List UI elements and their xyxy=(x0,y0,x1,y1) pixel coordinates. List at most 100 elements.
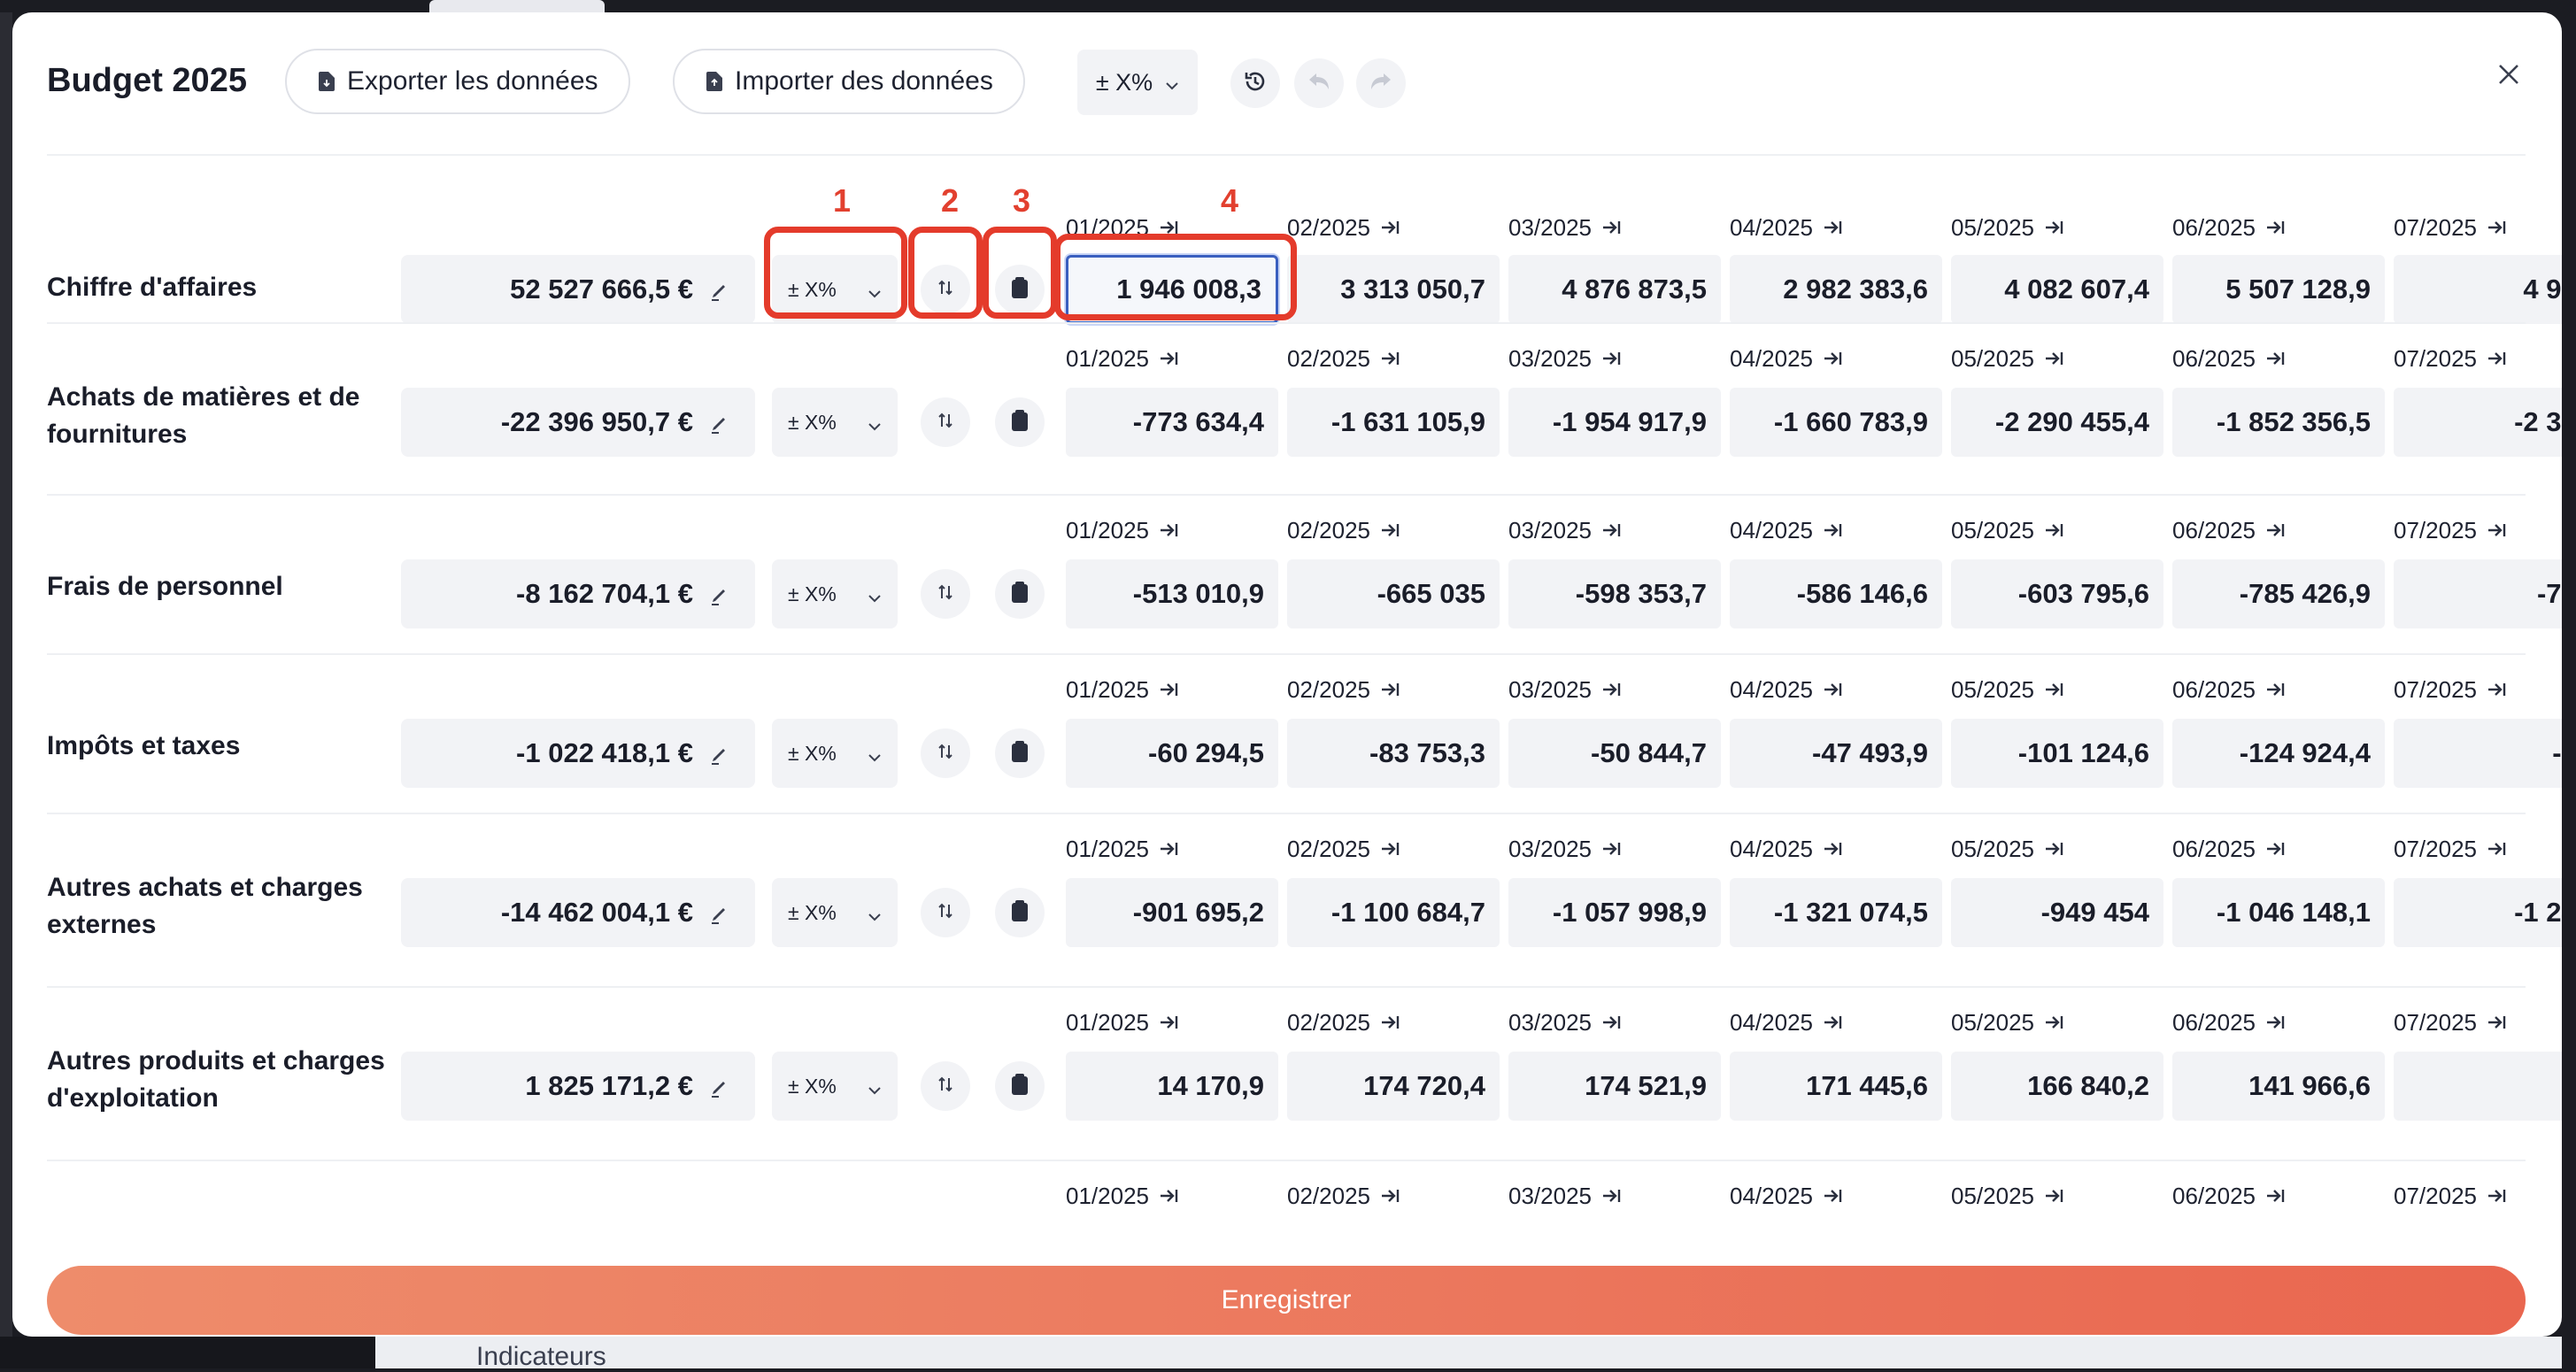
row-total-input[interactable]: 52 527 666,5 € xyxy=(401,255,755,324)
apply-forward-icon[interactable] xyxy=(2266,676,2286,704)
row-total-input[interactable]: -1 022 418,1 € xyxy=(401,719,755,788)
row-percent-select[interactable]: ± X% xyxy=(772,878,898,947)
month-value-input[interactable]: 174 521,9 xyxy=(1508,1052,1721,1121)
apply-forward-icon[interactable] xyxy=(2045,1183,2064,1210)
row-percent-select[interactable]: ± X% xyxy=(772,388,898,457)
row-total-input[interactable]: -22 396 950,7 € xyxy=(401,388,755,457)
month-value-input[interactable]: -1 321 074,5 xyxy=(1730,878,1942,947)
apply-forward-icon[interactable] xyxy=(1602,676,1622,704)
apply-forward-icon[interactable] xyxy=(2045,836,2064,863)
row-total-input[interactable]: -14 462 004,1 € xyxy=(401,878,755,947)
swap-button[interactable] xyxy=(921,569,970,619)
pencil-icon[interactable] xyxy=(709,582,730,605)
apply-forward-icon[interactable] xyxy=(2045,345,2064,373)
apply-forward-icon[interactable] xyxy=(1381,1009,1400,1037)
month-value-input[interactable]: 5 507 128,9 xyxy=(2172,255,2385,324)
apply-forward-icon[interactable] xyxy=(2045,517,2064,544)
apply-forward-icon[interactable] xyxy=(2487,1183,2507,1210)
apply-forward-icon[interactable] xyxy=(2487,214,2507,242)
apply-forward-icon[interactable] xyxy=(1602,1009,1622,1037)
month-value-input[interactable]: 174 720,4 xyxy=(1287,1052,1500,1121)
apply-forward-icon[interactable] xyxy=(1381,836,1400,863)
global-percent-select[interactable]: ± X% xyxy=(1077,50,1198,115)
row-total-input[interactable]: -8 162 704,1 € xyxy=(401,559,755,628)
apply-forward-icon[interactable] xyxy=(1381,345,1400,373)
apply-forward-icon[interactable] xyxy=(1160,345,1179,373)
undo-button[interactable] xyxy=(1294,58,1344,108)
apply-forward-icon[interactable] xyxy=(1160,676,1179,704)
apply-forward-icon[interactable] xyxy=(2266,1009,2286,1037)
pencil-icon[interactable] xyxy=(709,411,730,434)
apply-forward-icon[interactable] xyxy=(1824,836,1843,863)
paste-button[interactable] xyxy=(995,1061,1045,1111)
row-percent-select[interactable]: ± X% xyxy=(772,1052,898,1121)
apply-forward-icon[interactable] xyxy=(2266,836,2286,863)
save-button[interactable]: Enregistrer xyxy=(47,1266,2526,1335)
month-value-input[interactable]: -83 753,3 xyxy=(1287,719,1500,788)
apply-forward-icon[interactable] xyxy=(1824,345,1843,373)
row-total-input[interactable]: 1 825 171,2 € xyxy=(401,1052,755,1121)
month-value-input[interactable]: -47 493,9 xyxy=(1730,719,1942,788)
apply-forward-icon[interactable] xyxy=(1602,836,1622,863)
apply-forward-icon[interactable] xyxy=(2045,214,2064,242)
month-value-input[interactable]: -785 426,9 xyxy=(2172,559,2385,628)
apply-forward-icon[interactable] xyxy=(1602,345,1622,373)
month-value-input[interactable]: -1 852 356,5 xyxy=(2172,388,2385,457)
apply-forward-icon[interactable] xyxy=(2487,345,2507,373)
month-value-input[interactable]: 3 313 050,7 xyxy=(1287,255,1500,324)
month-value-input[interactable]: 14 170,9 xyxy=(1066,1052,1278,1121)
row-percent-select[interactable]: ± X% xyxy=(772,719,898,788)
apply-forward-icon[interactable] xyxy=(1602,1183,1622,1210)
month-value-input[interactable]: 4 916 xyxy=(2394,255,2562,324)
month-value-input[interactable]: -60 294,5 xyxy=(1066,719,1278,788)
month-value-input[interactable]: 166 840,2 xyxy=(1951,1052,2163,1121)
apply-forward-icon[interactable] xyxy=(2266,517,2286,544)
month-value-input[interactable]: 16 xyxy=(2394,1052,2562,1121)
close-button[interactable] xyxy=(2491,58,2526,94)
swap-button[interactable] xyxy=(921,397,970,447)
month-value-input[interactable]: -1 057 998,9 xyxy=(1508,878,1721,947)
month-value-input[interactable]: -1 242 xyxy=(2394,878,2562,947)
apply-forward-icon[interactable] xyxy=(1824,214,1843,242)
apply-forward-icon[interactable] xyxy=(1160,1009,1179,1037)
row-percent-select[interactable]: ± X% xyxy=(772,559,898,628)
month-value-input[interactable]: -2 290 455,4 xyxy=(1951,388,2163,457)
apply-forward-icon[interactable] xyxy=(2045,1009,2064,1037)
apply-forward-icon[interactable] xyxy=(2487,676,2507,704)
month-value-input[interactable]: -1 954 917,9 xyxy=(1508,388,1721,457)
month-value-input[interactable]: -50 844,7 xyxy=(1508,719,1721,788)
swap-button[interactable] xyxy=(921,888,970,937)
apply-forward-icon[interactable] xyxy=(2266,214,2286,242)
paste-button[interactable] xyxy=(995,728,1045,778)
month-value-input[interactable]: -665 035 xyxy=(1287,559,1500,628)
month-value-input[interactable]: -773 634,4 xyxy=(1066,388,1278,457)
app-tab[interactable] xyxy=(429,0,605,12)
month-value-input[interactable]: -1 631 105,9 xyxy=(1287,388,1500,457)
month-value-input[interactable]: -124 924,4 xyxy=(2172,719,2385,788)
month-value-input[interactable]: -2 345 xyxy=(2394,388,2562,457)
month-value-input[interactable]: -513 010,9 xyxy=(1066,559,1278,628)
apply-forward-icon[interactable] xyxy=(2487,836,2507,863)
swap-button[interactable] xyxy=(921,1061,970,1111)
month-value-input[interactable]: -603 795,6 xyxy=(1951,559,2163,628)
apply-forward-icon[interactable] xyxy=(1824,517,1843,544)
month-value-input[interactable]: -1 100 684,7 xyxy=(1287,878,1500,947)
month-value-input[interactable]: -598 353,7 xyxy=(1508,559,1721,628)
apply-forward-icon[interactable] xyxy=(2266,345,2286,373)
pencil-icon[interactable] xyxy=(709,278,730,301)
apply-forward-icon[interactable] xyxy=(1602,214,1622,242)
month-value-input[interactable]: -901 695,2 xyxy=(1066,878,1278,947)
apply-forward-icon[interactable] xyxy=(1824,1009,1843,1037)
apply-forward-icon[interactable] xyxy=(1160,836,1179,863)
swap-button[interactable] xyxy=(921,728,970,778)
month-value-input[interactable]: 4 876 873,5 xyxy=(1508,255,1721,324)
apply-forward-icon[interactable] xyxy=(1824,1183,1843,1210)
export-button[interactable]: Exporter les données xyxy=(285,49,630,114)
month-value-input[interactable]: -731 xyxy=(2394,559,2562,628)
apply-forward-icon[interactable] xyxy=(1381,676,1400,704)
apply-forward-icon[interactable] xyxy=(1381,1183,1400,1210)
month-value-input[interactable]: 171 445,6 xyxy=(1730,1052,1942,1121)
month-value-input[interactable]: -1 660 783,9 xyxy=(1730,388,1942,457)
apply-forward-icon[interactable] xyxy=(2487,1009,2507,1037)
apply-forward-icon[interactable] xyxy=(1824,676,1843,704)
